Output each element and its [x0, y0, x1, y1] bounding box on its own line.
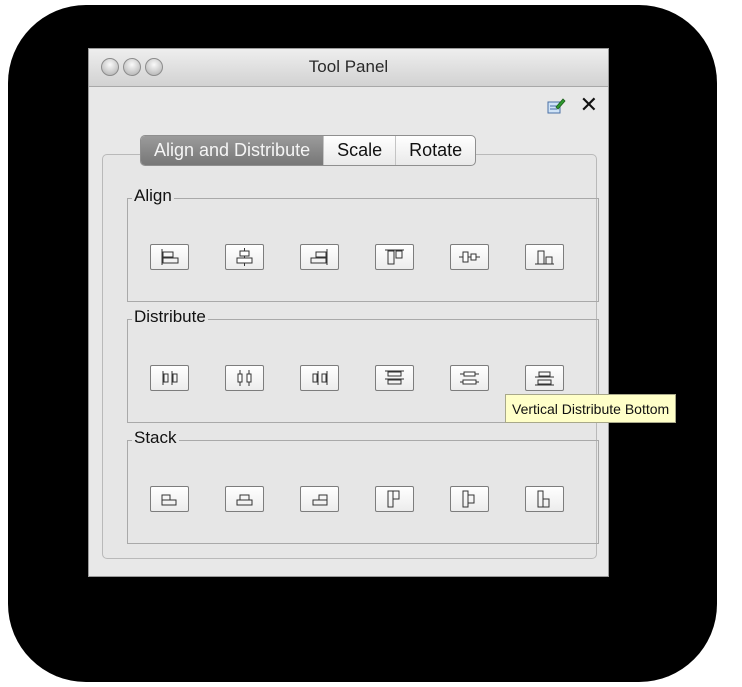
distribute-top-icon — [385, 370, 404, 385]
stack-middle-button[interactable] — [450, 486, 489, 512]
section-label: Align — [132, 186, 174, 206]
section-label: Stack — [132, 428, 179, 448]
stack-right-icon — [312, 494, 328, 506]
align-distribute-panel: Align Distribute Stack — [102, 154, 599, 559]
align-center-vertical-icon — [459, 251, 480, 263]
stack-top-icon — [387, 490, 400, 508]
distribute-left-button[interactable] — [150, 365, 189, 391]
distribute-center-vertical-icon — [460, 371, 479, 385]
stack-top-button[interactable] — [375, 486, 414, 512]
distribute-left-icon — [162, 371, 178, 385]
align-right-icon — [310, 249, 328, 265]
align-bottom-icon — [535, 250, 554, 265]
align-section: Align — [127, 186, 599, 302]
distribute-bottom-icon — [535, 371, 554, 386]
align-top-icon — [385, 249, 404, 265]
close-icon[interactable]: ✕ — [580, 92, 598, 118]
align-left-button[interactable] — [150, 244, 189, 270]
align-center-horizontal-button[interactable] — [225, 244, 264, 270]
tool-panel-window: Tool Panel ✕ Align Distribute Stack Alig… — [88, 48, 609, 577]
distribute-right-button[interactable] — [300, 365, 339, 391]
stack-bottom-icon — [537, 490, 550, 508]
tab-rotate[interactable]: Rotate — [395, 136, 475, 165]
tooltip: Vertical Distribute Bottom — [505, 394, 677, 423]
edit-pencil-icon[interactable] — [546, 96, 566, 116]
align-left-icon — [161, 249, 179, 265]
stack-right-button[interactable] — [300, 486, 339, 512]
stack-left-icon — [161, 494, 177, 506]
stack-middle-icon — [462, 490, 475, 508]
align-right-button[interactable] — [300, 244, 339, 270]
tab-bar: Align and Distribute Scale Rotate — [140, 135, 477, 166]
distribute-right-icon — [312, 371, 328, 385]
align-bottom-button[interactable] — [525, 244, 564, 270]
tab-scale[interactable]: Scale — [323, 136, 395, 165]
distribute-center-horizontal-button[interactable] — [225, 365, 264, 391]
distribute-center-vertical-button[interactable] — [450, 365, 489, 391]
distribute-center-horizontal-icon — [237, 370, 252, 386]
distribute-bottom-button[interactable] — [525, 365, 564, 391]
tab-align-and-distribute[interactable]: Align and Distribute — [141, 136, 324, 165]
stack-section: Stack — [127, 428, 599, 544]
stack-bottom-button[interactable] — [525, 486, 564, 512]
window-title: Tool Panel — [308, 57, 389, 76]
align-top-button[interactable] — [375, 244, 414, 270]
stack-left-button[interactable] — [150, 486, 189, 512]
align-center-horizontal-icon — [236, 248, 253, 266]
section-label: Distribute — [132, 307, 208, 327]
title-bar[interactable]: Tool Panel — [89, 49, 608, 87]
stack-center-button[interactable] — [225, 486, 264, 512]
align-center-vertical-button[interactable] — [450, 244, 489, 270]
stack-center-icon — [236, 494, 253, 506]
distribute-top-button[interactable] — [375, 365, 414, 391]
